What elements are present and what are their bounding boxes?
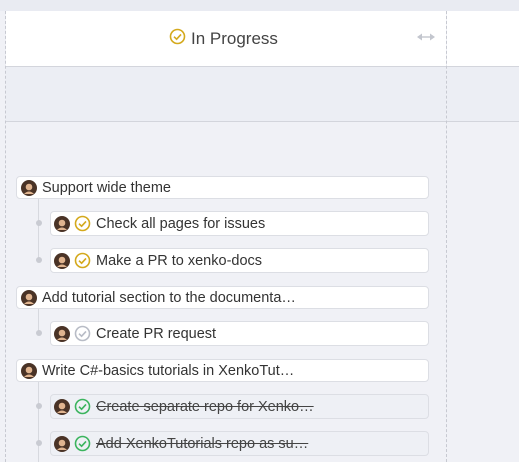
done-status-icon[interactable]: [74, 435, 91, 452]
bullet: [36, 257, 42, 263]
in-progress-status-icon[interactable]: [74, 252, 91, 269]
bullet: [36, 403, 42, 409]
bullet: [36, 330, 42, 336]
next-column-header: [447, 11, 519, 67]
avatar: [54, 435, 70, 452]
task-card[interactable]: Write C#-basics tutorials in XenkoTut…: [16, 359, 429, 382]
task-card[interactable]: Make a PR to xenko-docs: [50, 248, 429, 273]
task-label: Add tutorial section to the documenta…: [42, 289, 296, 306]
check-circle-icon: [169, 28, 186, 50]
avatar: [21, 362, 37, 379]
column-title-text: In Progress: [191, 29, 278, 48]
column-drop-zone[interactable]: [6, 67, 446, 122]
top-strip: [0, 0, 519, 11]
task-label: Create separate repo for Xenko…: [96, 398, 314, 415]
next-column-drop-zone: [447, 67, 519, 122]
column-title: In Progress: [169, 27, 278, 51]
column-header[interactable]: In Progress: [6, 11, 446, 67]
in-progress-status-icon[interactable]: [74, 215, 91, 232]
avatar: [54, 398, 70, 415]
tree-line: [38, 381, 39, 462]
task-card[interactable]: Add XenkoTutorials repo as su…: [50, 431, 429, 456]
avatar: [21, 179, 37, 196]
task-card[interactable]: Support wide theme: [16, 176, 429, 199]
avatar: [21, 289, 37, 306]
task-label: Write C#-basics tutorials in XenkoTut…: [42, 362, 295, 379]
avatar: [54, 252, 70, 269]
avatar: [54, 215, 70, 232]
task-card[interactable]: Check all pages for issues: [50, 211, 429, 236]
task-card[interactable]: Create separate repo for Xenko…: [50, 394, 429, 419]
tree-line: [38, 198, 39, 262]
todo-status-icon[interactable]: [74, 325, 91, 342]
task-label: Add XenkoTutorials repo as su…: [96, 435, 309, 452]
bullet: [36, 440, 42, 446]
avatar: [54, 325, 70, 342]
task-label: Create PR request: [96, 325, 217, 342]
bullet: [36, 220, 42, 226]
task-label: Check all pages for issues: [96, 215, 266, 232]
task-card[interactable]: Add tutorial section to the documenta…: [16, 286, 429, 309]
task-label: Make a PR to xenko-docs: [96, 252, 263, 269]
task-card[interactable]: Create PR request: [50, 321, 429, 346]
done-status-icon[interactable]: [74, 398, 91, 415]
next-column: [447, 11, 519, 462]
resize-arrows-icon[interactable]: [416, 31, 436, 45]
task-label: Support wide theme: [42, 179, 171, 196]
